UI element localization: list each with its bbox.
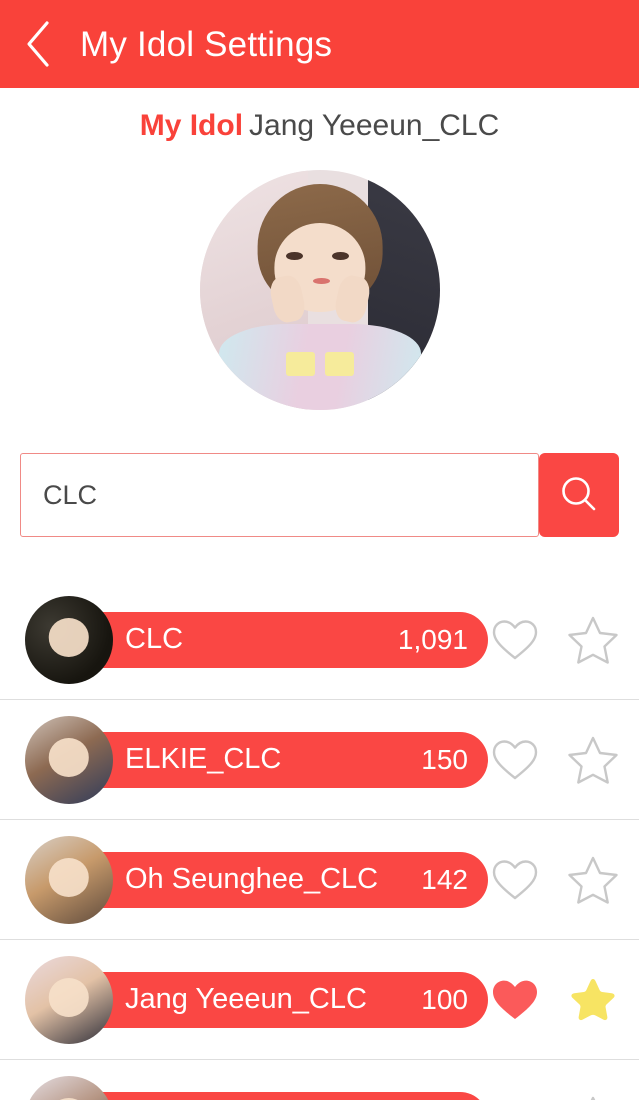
heart-outline-icon[interactable] xyxy=(489,734,541,786)
avatar xyxy=(25,595,113,684)
idol-pill[interactable]: CLC 1,091 xyxy=(75,611,488,668)
avatar xyxy=(200,170,440,410)
my-idol-photo xyxy=(200,170,440,410)
avatar xyxy=(25,715,113,804)
photo-eye-left xyxy=(286,251,304,260)
my-idol-summary: My Idol Jang Yeeeun_CLC xyxy=(0,108,639,144)
vote-count: 142 xyxy=(421,863,468,895)
avatar xyxy=(25,1075,113,1100)
star-filled-icon[interactable] xyxy=(563,970,623,1030)
idol-pill[interactable]: Oh Seunghee_CLC 142 xyxy=(75,851,488,908)
search-input[interactable] xyxy=(20,453,539,537)
app-header: My Idol Settings xyxy=(0,0,639,88)
photo-sleeve-stripe-left xyxy=(286,352,316,377)
heart-outline-icon[interactable] xyxy=(489,1094,541,1100)
vote-count: 100 xyxy=(421,983,468,1015)
table-row[interactable]: Oh Seunghee_CLC 142 xyxy=(0,820,639,940)
page-title: My Idol Settings xyxy=(80,24,333,64)
idol-name: Oh Seunghee_CLC xyxy=(125,863,379,895)
idol-name: CLC xyxy=(125,623,184,655)
my-idol-label: My Idol xyxy=(139,109,244,142)
back-button[interactable] xyxy=(0,0,76,88)
avatar-face xyxy=(48,738,90,778)
avatar-face xyxy=(48,978,90,1018)
table-row[interactable]: Jang Yeeeun_CLC 100 xyxy=(0,940,639,1060)
idol-result-list: CLC 1,091 ELKIE_CLC 150 Oh Seunghee_CLC … xyxy=(0,580,639,1100)
search-icon xyxy=(558,473,600,518)
star-outline-icon[interactable] xyxy=(563,850,623,910)
search-bar xyxy=(20,453,619,537)
vote-count: 150 xyxy=(421,743,468,775)
photo-mouth xyxy=(312,278,330,285)
photo-sleeve-stripe-right xyxy=(324,352,354,377)
photo-eye-right xyxy=(332,251,349,260)
avatar-face xyxy=(48,858,90,898)
heart-filled-icon[interactable] xyxy=(489,974,541,1026)
star-outline-icon[interactable] xyxy=(563,1090,623,1100)
idol-name: Jang Yeeeun_CLC xyxy=(125,983,367,1015)
idol-pill[interactable] xyxy=(75,1091,488,1100)
idol-pill[interactable]: Jang Yeeeun_CLC 100 xyxy=(75,971,488,1028)
table-row[interactable]: CLC 1,091 xyxy=(0,580,639,700)
avatar xyxy=(25,955,113,1044)
avatar-face xyxy=(48,618,90,658)
idol-name: ELKIE_CLC xyxy=(125,743,282,775)
table-row[interactable] xyxy=(0,1060,639,1100)
avatar xyxy=(25,835,113,924)
my-idol-name: Jang Yeeeun_CLC xyxy=(249,109,500,142)
search-button[interactable] xyxy=(539,453,619,537)
chevron-left-icon xyxy=(23,19,53,69)
idol-pill[interactable]: ELKIE_CLC 150 xyxy=(75,731,488,788)
photo-clothing xyxy=(219,323,421,410)
heart-outline-icon[interactable] xyxy=(489,614,541,666)
vote-count: 1,091 xyxy=(397,623,468,655)
star-outline-icon[interactable] xyxy=(563,610,623,670)
star-outline-icon[interactable] xyxy=(563,730,623,790)
heart-outline-icon[interactable] xyxy=(489,854,541,906)
my-idol-settings-screen: My Idol Settings My IdolJang Yeeeun_CLC xyxy=(0,0,639,1100)
table-row[interactable]: ELKIE_CLC 150 xyxy=(0,700,639,820)
